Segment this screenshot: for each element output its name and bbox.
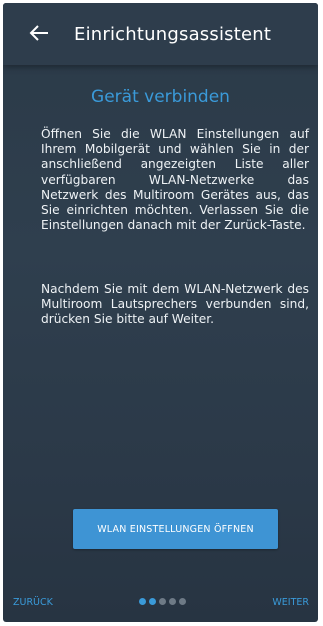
back-nav-button[interactable]: ZURÜCK: [13, 597, 53, 608]
step-indicator: [139, 598, 186, 605]
instruction-paragraph-1: Öffnen Sie die WLAN Einstellungen auf Ih…: [41, 127, 309, 233]
back-button[interactable]: [28, 22, 50, 44]
step-dot: [149, 598, 156, 605]
section-heading: Gerät verbinden: [91, 87, 230, 107]
instruction-paragraph-2: Nachdem Sie mit dem WLAN-Netzwerk des Mu…: [41, 282, 309, 327]
page-title: Einrichtungsassistent: [74, 23, 272, 45]
app-bar: Einrichtungsassistent: [3, 3, 318, 65]
app-screen: Einrichtungsassistent Gerät verbinden Öf…: [3, 3, 318, 622]
step-dot: [159, 598, 166, 605]
step-dot: [169, 598, 176, 605]
arrow-left-icon: [29, 25, 48, 41]
step-dot: [139, 598, 146, 605]
open-wlan-settings-button[interactable]: WLAN EINSTELLUNGEN ÖFFNEN: [73, 509, 278, 549]
next-nav-button[interactable]: WEITER: [272, 597, 309, 608]
step-dot: [179, 598, 186, 605]
wizard-footer: ZURÜCK WEITER: [3, 597, 318, 617]
